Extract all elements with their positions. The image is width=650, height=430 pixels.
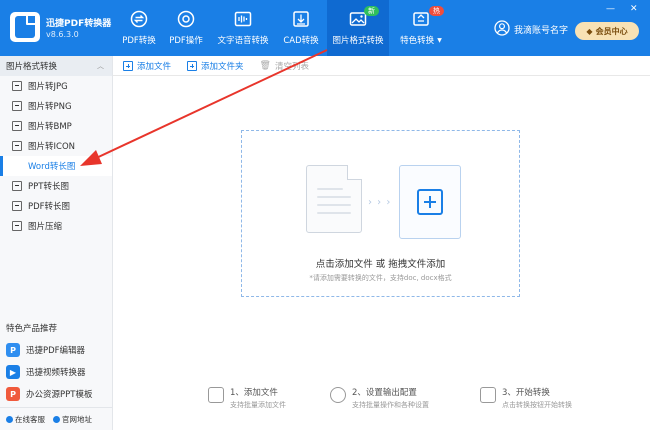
top-bar: 迅捷PDF转换器 v8.6.3.0 PDF转换 PDF操作 文字语音转换 CAD… (0, 0, 650, 56)
trash-icon: 🗑 (259, 60, 271, 71)
sidebar-item-image-to-bmp[interactable]: 图片转BMP (0, 116, 112, 136)
sidebar-item-image-to-icon[interactable]: 图片转ICON (0, 136, 112, 156)
new-badge: 新 (364, 6, 379, 16)
add-file-box[interactable] (399, 165, 461, 239)
convert-icon (480, 387, 496, 403)
nav-cad-convert[interactable]: CAD转换 (280, 0, 322, 56)
special-convert-icon (412, 10, 430, 28)
add-file-icon (123, 60, 133, 71)
plus-icon (417, 189, 443, 215)
nav-pdf-convert[interactable]: PDF转换 (112, 0, 166, 56)
app-name: 迅捷PDF转换器 (46, 19, 112, 29)
sidebar-item-word-to-long-image[interactable]: Word转长图 (0, 156, 112, 176)
video-converter-icon: ▶ (6, 365, 20, 379)
compress-icon (12, 221, 22, 231)
pdf-convert-icon (130, 10, 148, 28)
image-file-icon (12, 81, 22, 91)
diamond-icon: ◆ (586, 26, 593, 36)
nav-label: 文字语音转换 (217, 36, 269, 46)
nav-pdf-operation[interactable]: PDF操作 (166, 0, 206, 56)
ppt-file-icon (12, 181, 22, 191)
sidebar-item-pdf-to-long-image[interactable]: PDF转长图 (0, 196, 112, 216)
gear-icon (330, 387, 346, 403)
nav-special-convert[interactable]: 特色转换 ▼ 热 (394, 0, 448, 56)
sidebar-item-ppt-to-long-image[interactable]: PPT转长图 (0, 176, 112, 196)
cad-convert-icon (292, 10, 310, 28)
arrows-icon: › › › (368, 197, 392, 208)
hot-badge: 热 (429, 6, 444, 16)
step-output-settings: 2、设置输出配置 支持批量操作和各种设置 (330, 386, 429, 410)
sidebar-item-image-to-jpg[interactable]: 图片转JPG (0, 76, 112, 96)
clear-list-button[interactable]: 🗑 清空列表 (260, 60, 309, 72)
add-file-step-icon (208, 387, 224, 403)
close-button[interactable]: ✕ (630, 4, 638, 14)
nav-text-to-speech[interactable]: 文字语音转换 (214, 0, 272, 56)
add-folder-button[interactable]: 添加文件夹 (187, 60, 244, 72)
vip-center-button[interactable]: ◆ 会员中心 (575, 22, 639, 40)
image-file-icon (12, 121, 22, 131)
recommend-ppt-template[interactable]: P 办公资源PPT模板 (6, 384, 106, 404)
sidebar: 图片格式转换 ︿ 图片转JPG 图片转PNG 图片转BMP 图片转ICON Wo… (0, 56, 113, 430)
pdf-file-icon (12, 201, 22, 211)
sidebar-item-image-compress[interactable]: 图片压缩 (0, 216, 112, 236)
add-folder-icon (187, 60, 198, 71)
recommend-video-converter[interactable]: ▶ 迅捷视频转换器 (6, 362, 106, 382)
minimize-button[interactable]: — (606, 4, 615, 14)
user-icon (494, 20, 510, 39)
sidebar-item-image-to-png[interactable]: 图片转PNG (0, 96, 112, 116)
app-version: v8.6.3.0 (46, 30, 79, 39)
sidebar-footer: 在线客服 官网地址 (0, 407, 113, 430)
file-toolbar: 添加文件 添加文件夹 🗑 清空列表 (113, 56, 650, 76)
official-site-link[interactable]: 官网地址 (53, 414, 92, 425)
recommend-title: 特色产品推荐 (6, 324, 58, 334)
online-service-link[interactable]: 在线客服 (6, 414, 45, 425)
step-start-convert: 3、开始转换 点击转换按钮开始转换 (480, 386, 572, 410)
nav-label: PDF转换 (122, 36, 156, 46)
image-file-icon (12, 141, 22, 151)
text-to-speech-icon (234, 10, 252, 28)
user-name: 我滴账号名字 (514, 26, 569, 36)
ppt-template-icon: P (6, 387, 20, 401)
step-add-file: 1、添加文件 支持批量添加文件 (208, 386, 286, 410)
recommend-pdf-editor[interactable]: P 迅捷PDF编辑器 (6, 340, 106, 360)
image-file-icon (12, 101, 22, 111)
nav-label: 图片格式转换 (332, 36, 384, 46)
user-account[interactable]: 我滴账号名字 (494, 20, 568, 39)
chevron-down-icon: ▼ (437, 36, 442, 44)
pdf-editor-icon: P (6, 343, 20, 357)
file-drop-zone[interactable]: › › › 点击添加文件 或 拖拽文件添加 *请添加需要转换的文件，支持doc,… (241, 130, 520, 297)
nav-image-convert[interactable]: 图片格式转换 新 (327, 0, 389, 56)
sidebar-section-header[interactable]: 图片格式转换 ︿ (0, 56, 112, 76)
nav-label: PDF操作 (169, 36, 203, 46)
globe-icon (53, 415, 60, 423)
drop-zone-hint: *请添加需要转换的文件，支持doc, docx格式 (309, 274, 452, 282)
pdf-operation-icon (177, 10, 195, 28)
add-file-button[interactable]: 添加文件 (123, 60, 171, 72)
headset-icon (6, 415, 13, 423)
drop-zone-main-text: 点击添加文件 或 拖拽文件添加 (315, 259, 446, 270)
nav-label: 特色转换 ▼ (400, 36, 442, 46)
document-icon (306, 165, 362, 233)
nav-label: CAD转换 (283, 36, 319, 46)
chevron-up-icon: ︿ (97, 62, 104, 70)
app-logo (10, 12, 40, 42)
